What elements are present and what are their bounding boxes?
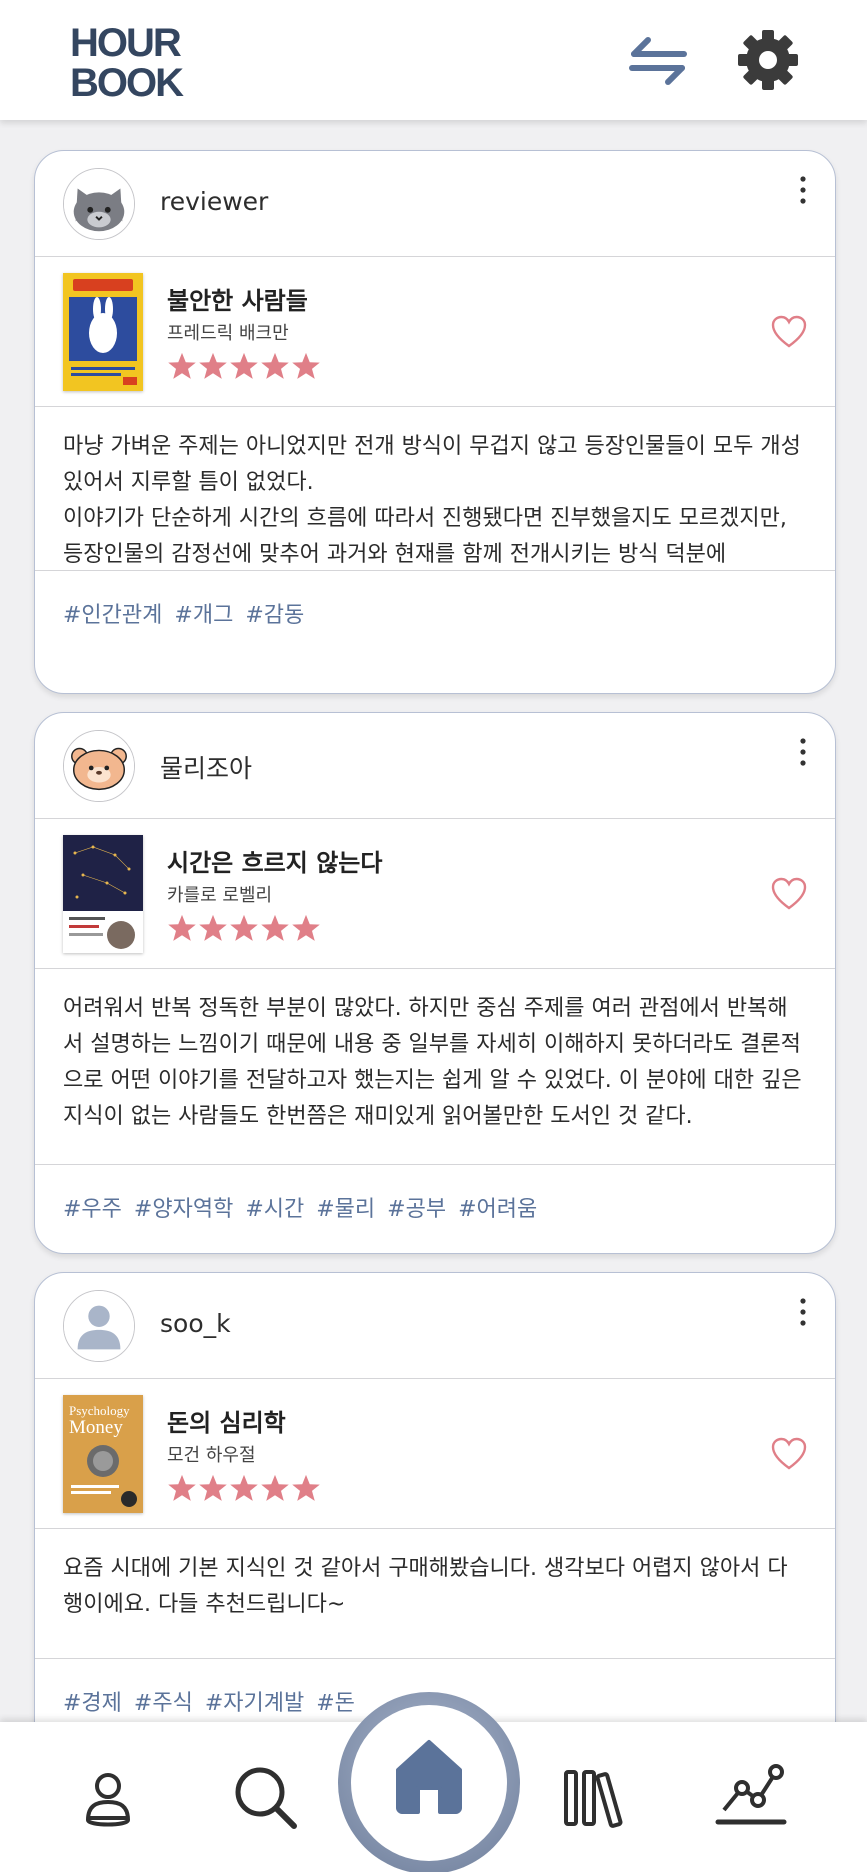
top-bar: HOUR BOOK xyxy=(0,0,867,120)
swap-icon[interactable] xyxy=(626,30,690,90)
review-body[interactable]: 요즘 시대에 기본 지식인 것 같아서 구매해봤습니다. 생각보다 어렵지 않아… xyxy=(35,1529,835,1659)
avatar[interactable] xyxy=(63,168,135,240)
hashtag[interactable]: #인간관계 xyxy=(63,597,162,659)
hashtag[interactable]: #공부 xyxy=(387,1191,446,1253)
review-text: 어려워서 반복 정독한 부분이 많았다. 하지만 중심 주제를 여러 관점에서 … xyxy=(63,996,802,1129)
hashtag[interactable]: #경제 xyxy=(63,1685,122,1722)
heart-icon[interactable] xyxy=(771,877,807,911)
tag-list: #인간관계 #개그 #감동 xyxy=(35,571,835,659)
review-card: soo_k Psychology Money 돈의 심리학 모건 하우절 요즘 … xyxy=(34,1272,836,1722)
avatar[interactable] xyxy=(63,730,135,802)
hashtag[interactable]: #감동 xyxy=(245,597,304,659)
more-options-icon[interactable] xyxy=(791,173,815,207)
more-options-icon[interactable] xyxy=(791,1295,815,1329)
tag-list: #우주 #양자역학 #시간 #물리 #공부 #어려움 xyxy=(35,1165,835,1253)
svg-text:Psychology: Psychology xyxy=(69,1403,130,1418)
hourbook-logo[interactable]: HOUR BOOK xyxy=(70,22,210,98)
review-text: 마냥 가벼운 주제는 아니었지만 전개 방식이 무겁지 않고 등장인물들이 모두… xyxy=(63,434,801,567)
heart-icon[interactable] xyxy=(771,315,807,349)
star-icon xyxy=(168,1474,196,1501)
avatar[interactable] xyxy=(63,1290,135,1362)
card-header: reviewer xyxy=(35,151,835,257)
star-icon xyxy=(292,914,320,941)
book-cover-art: Psychology Money xyxy=(63,1395,143,1513)
hashtag[interactable]: #시간 xyxy=(245,1191,304,1253)
review-body[interactable]: 마냥 가벼운 주제는 아니었지만 전개 방식이 무겁지 않고 등장인물들이 모두… xyxy=(35,407,835,571)
card-header: soo_k xyxy=(35,1273,835,1379)
gear-icon[interactable] xyxy=(736,28,800,92)
star-icon xyxy=(230,914,258,941)
star-rating xyxy=(167,1473,321,1503)
hashtag[interactable]: #개그 xyxy=(174,597,233,659)
book-cover[interactable]: Psychology Money xyxy=(63,1395,143,1513)
svg-text:HOUR: HOUR xyxy=(70,22,182,65)
star-icon xyxy=(199,352,227,379)
home-button-inner xyxy=(351,1705,507,1861)
book-title: 돈의 심리학 xyxy=(167,1409,286,1437)
hashtag[interactable]: #우주 xyxy=(63,1191,122,1253)
stats-icon[interactable] xyxy=(712,1760,790,1832)
svg-text:Money: Money xyxy=(69,1417,123,1438)
book-author: 카를로 로벨리 xyxy=(167,885,273,906)
home-button[interactable] xyxy=(338,1692,520,1872)
review-feed[interactable]: reviewer 불안한 사람들 프레드릭 배크만 마냥 가벼운 주제는 아니었… xyxy=(0,120,867,1722)
book-info[interactable]: 불안한 사람들 프레드릭 배크만 xyxy=(35,257,835,407)
search-icon[interactable] xyxy=(230,1762,300,1832)
heart-icon[interactable] xyxy=(771,1437,807,1471)
more-options-icon[interactable] xyxy=(791,735,815,769)
star-icon xyxy=(230,1474,258,1501)
star-icon xyxy=(292,1474,320,1501)
hashtag[interactable]: #돈 xyxy=(316,1685,355,1722)
review-card: reviewer 불안한 사람들 프레드릭 배크만 마냥 가벼운 주제는 아니었… xyxy=(34,150,836,694)
star-icon xyxy=(261,914,289,941)
book-info[interactable]: 시간은 흐르지 않는다 카를로 로벨리 xyxy=(35,819,835,969)
hashtag[interactable]: #어려움 xyxy=(458,1191,537,1253)
star-icon xyxy=(292,352,320,379)
book-cover-art xyxy=(63,835,143,953)
hashtag[interactable]: #주식 xyxy=(134,1685,193,1722)
username[interactable]: 물리조아 xyxy=(160,749,252,785)
book-info[interactable]: Psychology Money 돈의 심리학 모건 하우절 xyxy=(35,1379,835,1529)
star-icon xyxy=(168,352,196,379)
book-cover[interactable] xyxy=(63,273,143,391)
book-cover-art xyxy=(63,273,143,391)
review-card: 물리조아 시간은 흐르지 않는다 카를로 로벨리 어려워서 반복 정독한 부분이… xyxy=(34,712,836,1254)
hashtag[interactable]: #자기계발 xyxy=(205,1685,304,1722)
review-body[interactable]: 어려워서 반복 정독한 부분이 많았다. 하지만 중심 주제를 여러 관점에서 … xyxy=(35,969,835,1165)
username[interactable]: soo_k xyxy=(160,1309,231,1338)
star-icon xyxy=(199,1474,227,1501)
card-header: 물리조아 xyxy=(35,713,835,819)
username[interactable]: reviewer xyxy=(160,187,268,216)
cat-avatar-icon xyxy=(64,169,134,239)
star-rating xyxy=(167,351,321,381)
book-cover[interactable] xyxy=(63,835,143,953)
book-title: 시간은 흐르지 않는다 xyxy=(167,849,383,877)
star-icon xyxy=(261,1474,289,1501)
library-icon[interactable] xyxy=(562,1766,630,1830)
review-text: 요즘 시대에 기본 지식인 것 같아서 구매해봤습니다. 생각보다 어렵지 않아… xyxy=(63,1556,788,1617)
hamster-avatar-icon xyxy=(64,731,134,801)
star-rating xyxy=(167,913,321,943)
book-author: 프레드릭 배크만 xyxy=(167,323,289,344)
svg-text:BOOK: BOOK xyxy=(70,61,184,98)
default-user-avatar-icon xyxy=(64,1291,134,1361)
star-icon xyxy=(230,352,258,379)
book-title: 불안한 사람들 xyxy=(167,287,308,315)
hashtag[interactable]: #물리 xyxy=(316,1191,375,1253)
book-author: 모건 하우절 xyxy=(167,1445,256,1466)
hashtag[interactable]: #양자역학 xyxy=(134,1191,233,1253)
star-icon xyxy=(261,352,289,379)
profile-icon[interactable] xyxy=(78,1768,138,1832)
star-icon xyxy=(199,914,227,941)
home-icon xyxy=(396,1740,462,1814)
star-icon xyxy=(168,914,196,941)
